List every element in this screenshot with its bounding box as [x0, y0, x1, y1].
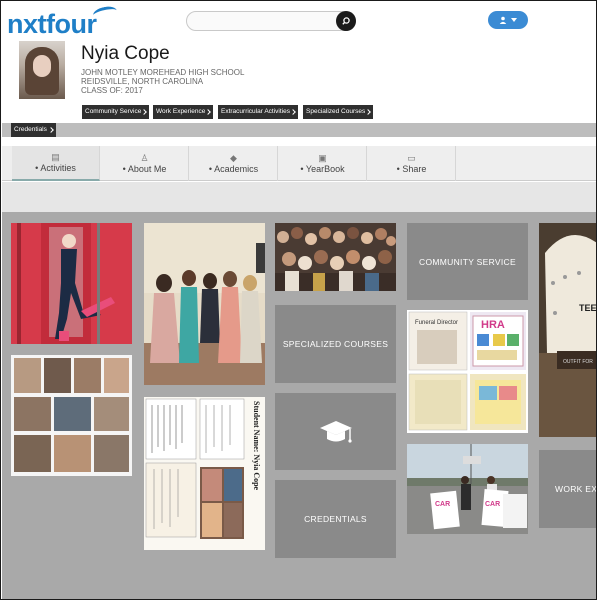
photo-crowd-event[interactable]	[275, 223, 396, 291]
bag-sub-text: OUTFIT FOR	[563, 359, 593, 365]
photo-school-projects-image: Funeral Director HRA	[407, 310, 528, 433]
tab-activities-label: Activities	[35, 163, 76, 173]
svg-text:CAR: CAR	[435, 501, 450, 508]
caret-down-icon	[511, 18, 517, 22]
profile-class-of: CLASS OF: 2017	[81, 86, 143, 95]
tag-community-service[interactable]: Community Service	[82, 105, 150, 119]
nav-spacer-band	[2, 182, 596, 212]
tile-work-experience[interactable]: WORK EX	[539, 450, 596, 528]
tile-specialized-courses[interactable]: SPECIALIZED COURSES	[275, 305, 396, 383]
svg-text:CAR: CAR	[485, 501, 500, 508]
tag-credentials[interactable]: Credentials	[11, 123, 56, 137]
tab-share[interactable]: ▭ Share	[368, 146, 456, 181]
tab-about-me[interactable]: ♙ About Me	[101, 146, 189, 181]
page-frame: nxtfour Nyia Cope JOHN MOTLEY MOREHEAD H…	[0, 0, 597, 600]
tile-community-service[interactable]: COMMUNITY SERVICE	[407, 223, 528, 300]
profile-nav: ▤ Activities ♙ About Me ◆ Academics ▣ Ye…	[2, 146, 596, 181]
activity-grid: Student Name: Nyia Cope SPECIALIZED COUR…	[2, 212, 597, 599]
tag-extracurricular-activities[interactable]: Extracurricular Activities	[218, 105, 298, 119]
tab-academics-label: Academics	[209, 164, 258, 174]
photo-student-poster-image: Student Name: Nyia Cope	[144, 397, 265, 550]
profile-avatar	[19, 41, 65, 99]
tab-academics[interactable]: ◆ Academics	[190, 146, 278, 181]
list-icon: ▤	[51, 152, 60, 162]
bag-text: TEE	[579, 303, 597, 313]
search-input[interactable]	[187, 13, 327, 32]
photo-collage-kids[interactable]	[11, 355, 132, 476]
grad-cap-icon: ◆	[230, 153, 237, 163]
book-icon: ▣	[318, 153, 327, 163]
tab-about-me-label: About Me	[123, 164, 167, 174]
nxtfour-logo[interactable]: nxtfour	[7, 9, 97, 40]
poster-caption-text: Student Name: Nyia Cope	[252, 401, 261, 491]
photo-collage-kids-image	[11, 355, 132, 476]
search-icon	[342, 17, 350, 25]
tab-yearbook[interactable]: ▣ YearBook	[279, 146, 367, 181]
photo-track-athlete-image	[11, 223, 132, 344]
grad-cap-icon	[319, 420, 352, 443]
tab-activities[interactable]: ▤ Activities	[12, 146, 100, 181]
photo-tee-bag-image: TEE OUTFIT FOR	[539, 223, 597, 437]
search-button[interactable]	[336, 11, 356, 31]
photo-prom-group-image	[144, 223, 265, 385]
search-box[interactable]	[186, 11, 356, 32]
profile-school: JOHN MOTLEY MOREHEAD HIGH SCHOOL	[81, 68, 245, 77]
tile-academics-icon[interactable]	[275, 393, 396, 470]
photo-tee-bag[interactable]: TEE OUTFIT FOR	[539, 223, 597, 437]
photo-school-projects[interactable]: Funeral Director HRA	[407, 310, 528, 433]
photo-student-poster[interactable]: Student Name: Nyia Cope	[144, 397, 265, 550]
board-letters-text: HRA	[481, 319, 505, 331]
profile-name: Nyia Cope	[81, 43, 170, 64]
photo-prom-group[interactable]	[144, 223, 265, 385]
user-menu-button[interactable]	[488, 11, 528, 29]
tab-yearbook-label: YearBook	[300, 164, 345, 174]
tile-credentials[interactable]: CREDENTIALS	[275, 480, 396, 558]
photo-car-wash[interactable]: CAR CAR	[407, 444, 528, 534]
tag-work-experience[interactable]: Work Experience	[153, 105, 214, 119]
tag-specialized-courses[interactable]: Specialized Courses	[303, 105, 374, 119]
comment-icon: ▭	[407, 153, 416, 163]
person-icon: ♙	[140, 153, 149, 163]
funeral-director-text: Funeral Director	[415, 320, 458, 326]
user-icon	[499, 16, 507, 24]
photo-crowd-event-image	[275, 223, 396, 291]
logo-swoosh-icon	[92, 4, 118, 22]
credentials-bar	[2, 123, 596, 137]
photo-car-wash-image: CAR CAR	[407, 444, 528, 534]
profile-location: REIDSVILLE, NORTH CAROLINA	[81, 77, 204, 86]
tab-share-label: Share	[397, 164, 426, 174]
photo-track-athlete[interactable]	[11, 223, 132, 344]
